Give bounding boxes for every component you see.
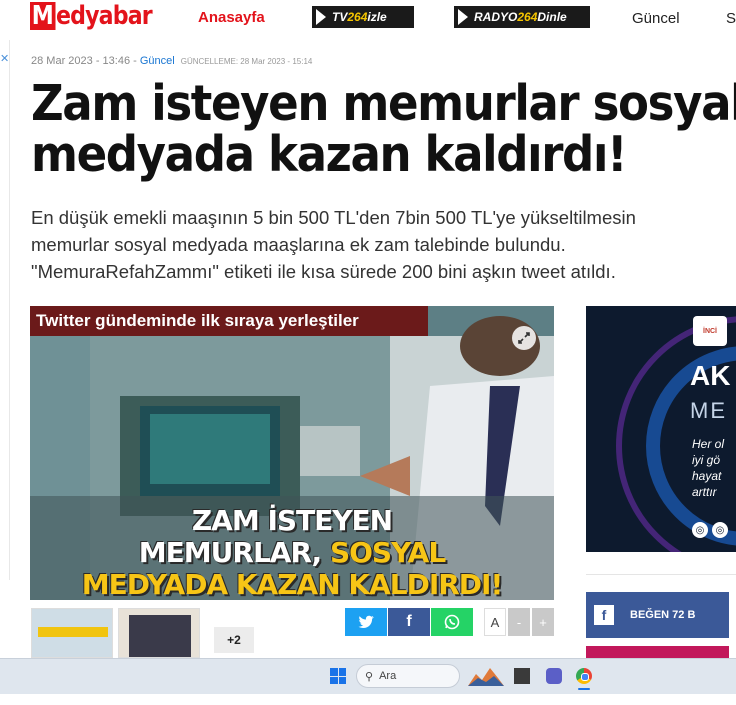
- thumb-highlight: [38, 627, 108, 637]
- facebook-icon: f: [406, 613, 412, 630]
- site-logo[interactable]: M edyabar: [30, 0, 169, 32]
- gallery-thumbnail-1[interactable]: [31, 608, 113, 658]
- hero-caption-yellow: SOSYAL: [329, 536, 446, 569]
- top-navigation: M edyabar Anasayfa TV 264 izle RADYO 264 D…: [0, 0, 736, 36]
- expand-icon[interactable]: [512, 326, 536, 350]
- ad-logo: İNCİ: [693, 316, 727, 346]
- gallery-thumbnail-2[interactable]: [118, 608, 200, 658]
- sidebar-divider: [586, 574, 736, 575]
- meta-separator: -: [130, 55, 140, 67]
- facebook-like-button[interactable]: f BEĞEN 72 B: [586, 592, 729, 638]
- category-link[interactable]: Güncel: [140, 55, 175, 67]
- nav-next-link[interactable]: S: [726, 10, 736, 27]
- hero-caption-line-3: MEDYADA KAZAN KALDIRDI!: [81, 568, 504, 600]
- hero-caption-line-2: MEMURLAR, SOSYAL: [30, 536, 554, 569]
- tv-suffix: izle: [367, 10, 387, 24]
- twitter-icon: [358, 615, 374, 628]
- publish-date: 28 Mar 2023 - 13:46: [31, 55, 131, 67]
- radio-suffix: Dinle: [537, 10, 567, 24]
- screen-bottom: [0, 694, 736, 705]
- taskbar-search-placeholder: Ara: [379, 670, 397, 682]
- whatsapp-share-button[interactable]: [431, 608, 473, 636]
- facebook-share-button[interactable]: f: [388, 608, 430, 636]
- ad-social-icons: ◎ ◎: [692, 522, 728, 538]
- radio264-listen-button[interactable]: RADYO 264 Dinle: [454, 6, 590, 28]
- whatsapp-icon: [444, 614, 460, 630]
- hero-caption-white: MEMURLAR,: [138, 536, 330, 569]
- radio-prefix: RADYO: [474, 10, 518, 24]
- nav-guncel-link[interactable]: Güncel: [632, 10, 680, 27]
- widgets-icon[interactable]: [468, 666, 504, 686]
- tv-prefix: TV: [332, 10, 348, 24]
- article-meta: 28 Mar 2023 - 13:46 - Güncel GÜNCELLEME: …: [31, 55, 312, 67]
- font-increase-button[interactable]: +: [532, 608, 554, 636]
- thumb-graphic: [129, 615, 191, 657]
- radio-number: 264: [517, 10, 538, 24]
- summary-line-3: "MemuraRefahZammı" etiketi ile kısa süre…: [31, 261, 616, 282]
- hero-image[interactable]: Twitter gündeminde ilk sıraya yerleştile…: [30, 306, 554, 600]
- article-summary: En düşük emekli maaşının 5 bin 500 TL'de…: [31, 204, 736, 285]
- summary-line-2: memurlar sosyal medyada maaşlarına ek za…: [31, 234, 566, 255]
- ad-subheading: ME: [690, 398, 727, 423]
- file-explorer-icon[interactable]: [514, 668, 530, 684]
- logo-mark: M: [30, 1, 56, 31]
- twitter-share-button[interactable]: [345, 608, 387, 636]
- taskbar-search[interactable]: ⚲ Ara: [356, 664, 460, 688]
- updated-date: GÜNCELLEME: 28 Mar 2023 - 15:14: [180, 57, 313, 66]
- facebook-like-label: BEĞEN 72 B: [630, 609, 696, 621]
- more-images-button[interactable]: +2: [214, 627, 254, 653]
- whatsapp-icon: ◎: [692, 522, 708, 538]
- hero-caption-line-1: ZAM İSTEYEN: [191, 504, 393, 537]
- title-line-1: Zam isteyen memurlar sosyal: [31, 75, 736, 132]
- ad-body-text: Her ol iyi gö hayat arttır: [692, 437, 725, 499]
- close-icon[interactable]: ✕: [0, 52, 9, 65]
- teams-icon[interactable]: [546, 668, 562, 684]
- sidebar-banner[interactable]: [586, 646, 729, 658]
- instagram-icon: ◎: [712, 522, 728, 538]
- chrome-icon[interactable]: [576, 668, 592, 684]
- title-line-2: medyada kazan kaldırdı!: [31, 126, 628, 183]
- font-decrease-button[interactable]: -: [508, 608, 530, 636]
- summary-line-1: En düşük emekli maaşının 5 bin 500 TL'de…: [31, 207, 636, 228]
- windows-start-icon[interactable]: [330, 668, 346, 684]
- search-icon: ⚲: [365, 670, 374, 683]
- active-app-indicator: [578, 688, 590, 690]
- tv264-live-button[interactable]: TV 264 izle: [312, 6, 414, 28]
- font-size-label: A: [484, 608, 506, 636]
- nav-home-link[interactable]: Anasayfa: [198, 9, 265, 26]
- tv-number: 264: [347, 10, 368, 24]
- hero-strip-label: Twitter gündeminde ilk sıraya yerleştile…: [30, 306, 428, 336]
- article-title: Zam isteyen memurlar sosyal medyada kaza…: [31, 75, 736, 183]
- ad-heading: AK: [690, 360, 731, 391]
- logo-text: edyabar: [55, 1, 153, 31]
- left-gutter: [0, 40, 10, 580]
- facebook-icon: f: [594, 605, 614, 625]
